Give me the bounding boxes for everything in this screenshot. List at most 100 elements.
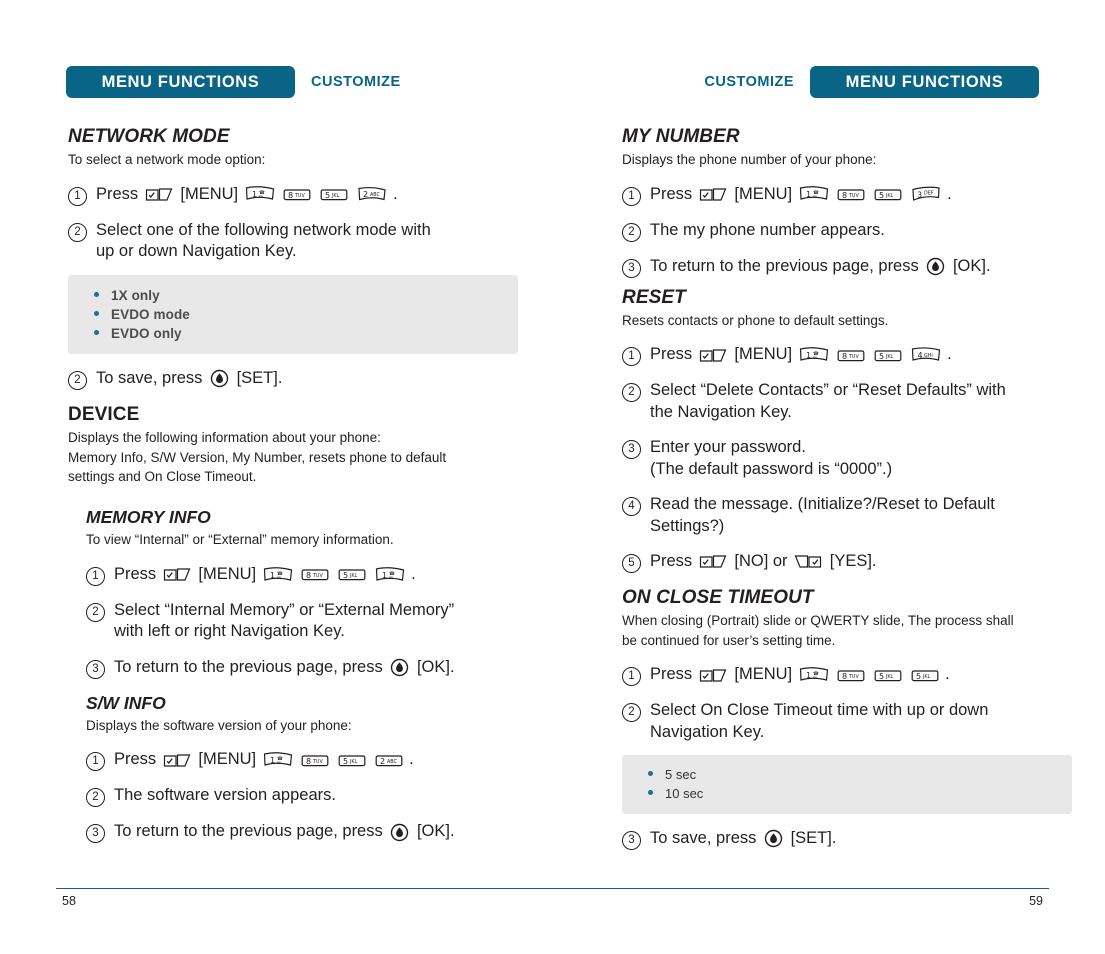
- return-prefix: To return to the previous page, press: [114, 657, 383, 676]
- return-prefix: To return to the previous page, press: [650, 256, 919, 275]
- svg-text:1: 1: [270, 756, 275, 765]
- press-label: Press: [650, 345, 693, 364]
- header-left: MENU FUNCTIONS CUSTOMIZE: [66, 66, 401, 98]
- period: .: [409, 750, 414, 769]
- sw-info-step-1: 1 Press [MENU] 1 ☎ ✉ 8 TUV 5 JKL 2 ABC .: [86, 749, 518, 772]
- right-page-column: MY NUMBER Displays the phone number of y…: [622, 126, 1072, 851]
- network-mode-options-box: 1X only EVDO mode EVDO only: [68, 274, 518, 355]
- svg-text:1: 1: [270, 571, 275, 580]
- step-number: 1: [622, 186, 641, 206]
- number-key-icon-2: 2 ABC: [357, 184, 387, 204]
- yes-label: [YES].: [829, 552, 877, 571]
- press-label: Press: [650, 552, 693, 571]
- step-line-2: up or down Navigation Key.: [96, 242, 297, 261]
- list-item[interactable]: 10 sec: [622, 785, 1072, 803]
- number-key-icon-5: 5 JKL: [874, 186, 902, 203]
- step-number: 1: [68, 186, 87, 206]
- press-label: Press: [114, 750, 157, 769]
- ok-center-key-icon: [390, 658, 409, 677]
- svg-text:JKL: JKL: [922, 674, 931, 680]
- menu-label: [MENU]: [198, 564, 257, 583]
- number-key-icon-5: 5 JKL: [874, 347, 902, 364]
- list-item[interactable]: EVDO mode: [68, 305, 518, 324]
- svg-text:4: 4: [917, 351, 922, 360]
- svg-text:TUV: TUV: [848, 674, 859, 680]
- number-key-icon-5b: 5 JKL: [911, 667, 939, 684]
- step-number: 3: [86, 824, 105, 844]
- tab-customize-right[interactable]: CUSTOMIZE: [704, 66, 794, 98]
- period: .: [945, 665, 950, 684]
- save-suffix: [SET].: [790, 829, 837, 848]
- step-number: 2: [622, 222, 641, 242]
- memory-info-intro: To view “Internal” or “External” memory …: [86, 532, 394, 548]
- menu-label: [MENU]: [734, 345, 793, 364]
- footer-rule: [56, 888, 1049, 890]
- svg-text:TUV: TUV: [848, 193, 859, 199]
- list-item[interactable]: 5 sec: [622, 766, 1072, 784]
- svg-text:✉: ✉: [813, 677, 817, 682]
- reset-intro: Resets contacts or phone to default sett…: [622, 312, 889, 328]
- no-label: [NO] or: [734, 552, 788, 571]
- number-key-icon-1: 1 ☎ ✉: [263, 750, 293, 770]
- menu-label: [MENU]: [734, 184, 793, 203]
- step-line-1: Select On Close Timeout time with up or …: [650, 701, 989, 720]
- step-line-2: (The default password is “0000”.): [650, 459, 893, 478]
- svg-text:✉: ✉: [259, 196, 263, 201]
- bullet-dot-icon: [94, 310, 99, 316]
- svg-text:JKL: JKL: [331, 193, 340, 199]
- number-key-icon-1b: 1 ☎ ✉: [375, 565, 405, 585]
- list-item[interactable]: 1X only: [68, 286, 518, 305]
- step-text: To save, press [SET].: [96, 368, 518, 389]
- step-text: Select “Internal Memory” or “External Me…: [114, 600, 518, 643]
- list-item[interactable]: EVDO only: [68, 324, 518, 343]
- step-line-1: Select “Delete Contacts” or “Reset Defau…: [650, 381, 1006, 400]
- step-text: To return to the previous page, press [O…: [650, 256, 1072, 277]
- manual-page-spread: MENU FUNCTIONS CUSTOMIZE CUSTOMIZE MENU …: [0, 0, 1105, 954]
- step-number: 2: [86, 602, 105, 622]
- step-text: Press [MENU] 1 ☎ ✉ 8 TUV 5 JKL 1 ☎ ✉ .: [114, 564, 518, 585]
- tab-customize-left[interactable]: CUSTOMIZE: [311, 66, 401, 98]
- svg-text:8: 8: [842, 671, 847, 680]
- options-list: 1X only EVDO mode EVDO only: [68, 286, 518, 343]
- return-suffix: [OK].: [952, 256, 991, 275]
- step-number: 3: [86, 659, 105, 679]
- step-text: To return to the previous page, press [O…: [114, 821, 518, 842]
- step-number: 2: [68, 222, 87, 242]
- ok-center-key-icon: [926, 257, 945, 276]
- svg-text:5: 5: [916, 671, 921, 680]
- svg-text:3: 3: [917, 191, 922, 200]
- svg-text:5: 5: [343, 571, 348, 580]
- number-key-icon-8: 8 TUV: [837, 347, 865, 364]
- device-intro-line-3: settings and On Close Timeout.: [68, 469, 257, 485]
- step-text: Press [MENU] 1 ☎ ✉ 8 TUV 5 JKL 5 JKL .: [650, 664, 1072, 685]
- memory-info-section: MEMORY INFO To view “Internal” or “Exter…: [86, 507, 518, 844]
- on-close-timeout-step-1: 1 Press [MENU] 1 ☎ ✉ 8 TUV 5 JKL 5 JKL .: [622, 664, 1072, 687]
- number-key-icon-4: 4 GHI: [911, 345, 941, 365]
- tab-menu-functions-right[interactable]: MENU FUNCTIONS: [810, 66, 1039, 98]
- on-close-timeout-step-2: 2 Select On Close Timeout time with up o…: [622, 700, 1072, 743]
- number-key-icon-2: 2 ABC: [375, 752, 403, 769]
- svg-text:✉: ✉: [277, 762, 281, 767]
- memory-info-step-2: 2 Select “Internal Memory” or “External …: [86, 600, 518, 643]
- left-soft-key-icon: [163, 566, 191, 583]
- options-list: 5 sec 10 sec: [622, 766, 1072, 803]
- tab-menu-functions-left[interactable]: MENU FUNCTIONS: [66, 66, 295, 98]
- press-label: Press: [650, 184, 693, 203]
- number-key-icon-5: 5 JKL: [338, 566, 366, 583]
- svg-text:JKL: JKL: [349, 759, 358, 765]
- my-number-step-2: 2 The my phone number appears.: [622, 220, 1072, 242]
- header-right: CUSTOMIZE MENU FUNCTIONS: [704, 66, 1039, 98]
- on-close-timeout-intro-line-1: When closing (Portrait) slide or QWERTY …: [622, 613, 1014, 629]
- option-label: 5 sec: [665, 767, 697, 783]
- menu-label: [MENU]: [180, 184, 239, 203]
- ok-center-key-icon: [210, 369, 229, 388]
- left-soft-key-icon: [145, 186, 173, 203]
- option-label: 10 sec: [665, 785, 704, 801]
- option-label: EVDO only: [111, 325, 182, 341]
- return-suffix: [OK].: [416, 657, 455, 676]
- left-soft-key-icon: [699, 553, 727, 570]
- step-text: Press [MENU] 1 ☎ ✉ 8 TUV 5 JKL 4 GHI .: [650, 344, 1072, 365]
- svg-text:8: 8: [288, 191, 293, 200]
- step-number: 2: [86, 788, 105, 808]
- svg-text:2: 2: [363, 190, 368, 199]
